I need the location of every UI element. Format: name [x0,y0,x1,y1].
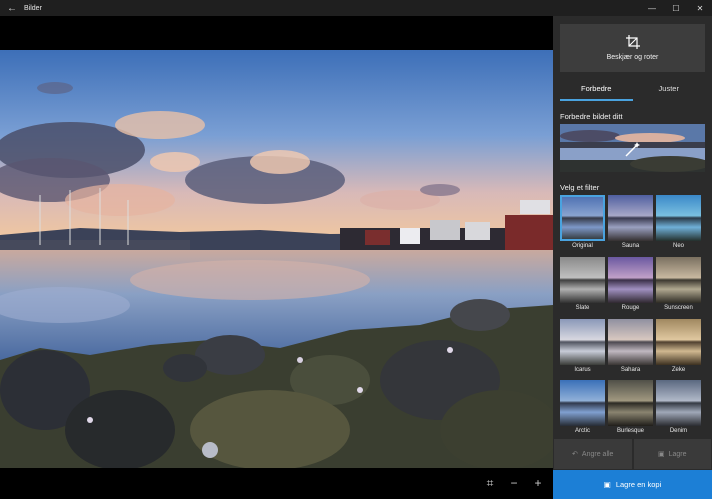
crop-rotate-button[interactable]: Beskjær og roter [560,24,705,72]
filter-thumbnail [656,380,701,427]
photo-canvas[interactable] [0,16,553,468]
filter-grid: Original Sauna Neo Slate Rouge Sunscreen… [560,195,705,442]
filter-burlesque[interactable]: Burlesque [608,380,653,440]
filter-original[interactable]: Original [560,195,605,255]
undo-all-button[interactable]: ↶ Angre alle [554,439,632,469]
filter-denim[interactable]: Denim [656,380,701,440]
filter-thumbnail [656,256,701,303]
filter-thumbnail [608,318,653,365]
filter-zeke[interactable]: Zeke [656,318,701,379]
filter-label: Neo [672,243,684,249]
tab-adjust[interactable]: Juster [633,80,706,100]
save-label: Lagre [668,450,687,458]
filter-thumbnail [560,256,605,303]
title-bar: ← Bilder — ☐ ✕ [0,0,712,16]
filter-thumbnail [608,195,653,241]
close-button[interactable]: ✕ [688,0,712,16]
save-button[interactable]: ▣ Lagre [633,439,711,469]
filter-label: Sahara [620,366,641,373]
filter-label: Burlesque [616,428,645,435]
filter-label: Arctic [575,428,590,435]
minimize-button[interactable]: — [640,0,664,16]
filter-sahara[interactable]: Sahara [608,318,653,379]
crop-rotate-label: Beskjær og roter [606,54,659,61]
filter-thumbnail [608,380,653,427]
photo-toolbar: ⌗ − + [0,468,553,499]
enhance-title: Forbedre bildet ditt [560,112,623,121]
zoom-out-icon[interactable]: − [507,476,521,490]
filter-label: Slate [575,304,590,311]
filter-label: Denim [669,428,688,435]
edit-tabs: Forbedre Juster [560,80,706,101]
filter-thumbnail [608,256,653,303]
fit-to-window-icon[interactable]: ⌗ [483,476,497,490]
filter-thumbnail [560,318,605,365]
filter-label: Sunscreen [664,304,693,311]
back-arrow-icon[interactable]: ← [0,0,24,16]
filter-label: Original [572,243,593,249]
edit-actions: ↶ Angre alle ▣ Lagre [553,438,712,470]
filter-thumbnail [560,380,605,427]
filter-sunscreen[interactable]: Sunscreen [656,256,701,317]
filter-rouge[interactable]: Rouge [608,256,653,317]
undo-icon: ↶ [572,451,578,458]
save-copy-icon: ▣ [603,480,611,489]
filter-thumbnail [656,195,701,241]
filter-thumbnail [560,195,605,241]
filter-label: Zeke [671,366,686,373]
filter-label: Rouge [621,304,640,311]
save-copy-button[interactable]: ▣ Lagre en kopi [553,470,712,499]
maximize-button[interactable]: ☐ [664,0,688,16]
photo-image [0,50,553,468]
zoom-in-icon[interactable]: + [531,476,545,490]
filter-neo[interactable]: Neo [656,195,701,255]
filter-sauna[interactable]: Sauna [608,195,653,255]
filter-label: Sauna [621,243,640,249]
crop-icon [625,35,640,49]
tab-enhance[interactable]: Forbedre [560,80,633,101]
filter-title: Velg et filter [560,183,600,192]
app-title: Bilder [24,4,42,12]
undo-all-label: Angre alle [581,450,614,458]
filter-thumbnail [656,318,701,365]
filter-slate[interactable]: Slate [560,256,605,317]
filter-arctic[interactable]: Arctic [560,380,605,440]
enhance-thumbnail[interactable] [560,124,705,172]
save-icon: ▣ [657,451,665,458]
filter-icarus[interactable]: Icarus [560,318,605,379]
filter-label: Icarus [574,366,591,373]
edit-panel: Beskjær og roter Forbedre Juster Forbedr… [553,16,712,499]
window-controls: — ☐ ✕ [640,0,712,16]
save-copy-label: Lagre en kopi [615,480,662,489]
